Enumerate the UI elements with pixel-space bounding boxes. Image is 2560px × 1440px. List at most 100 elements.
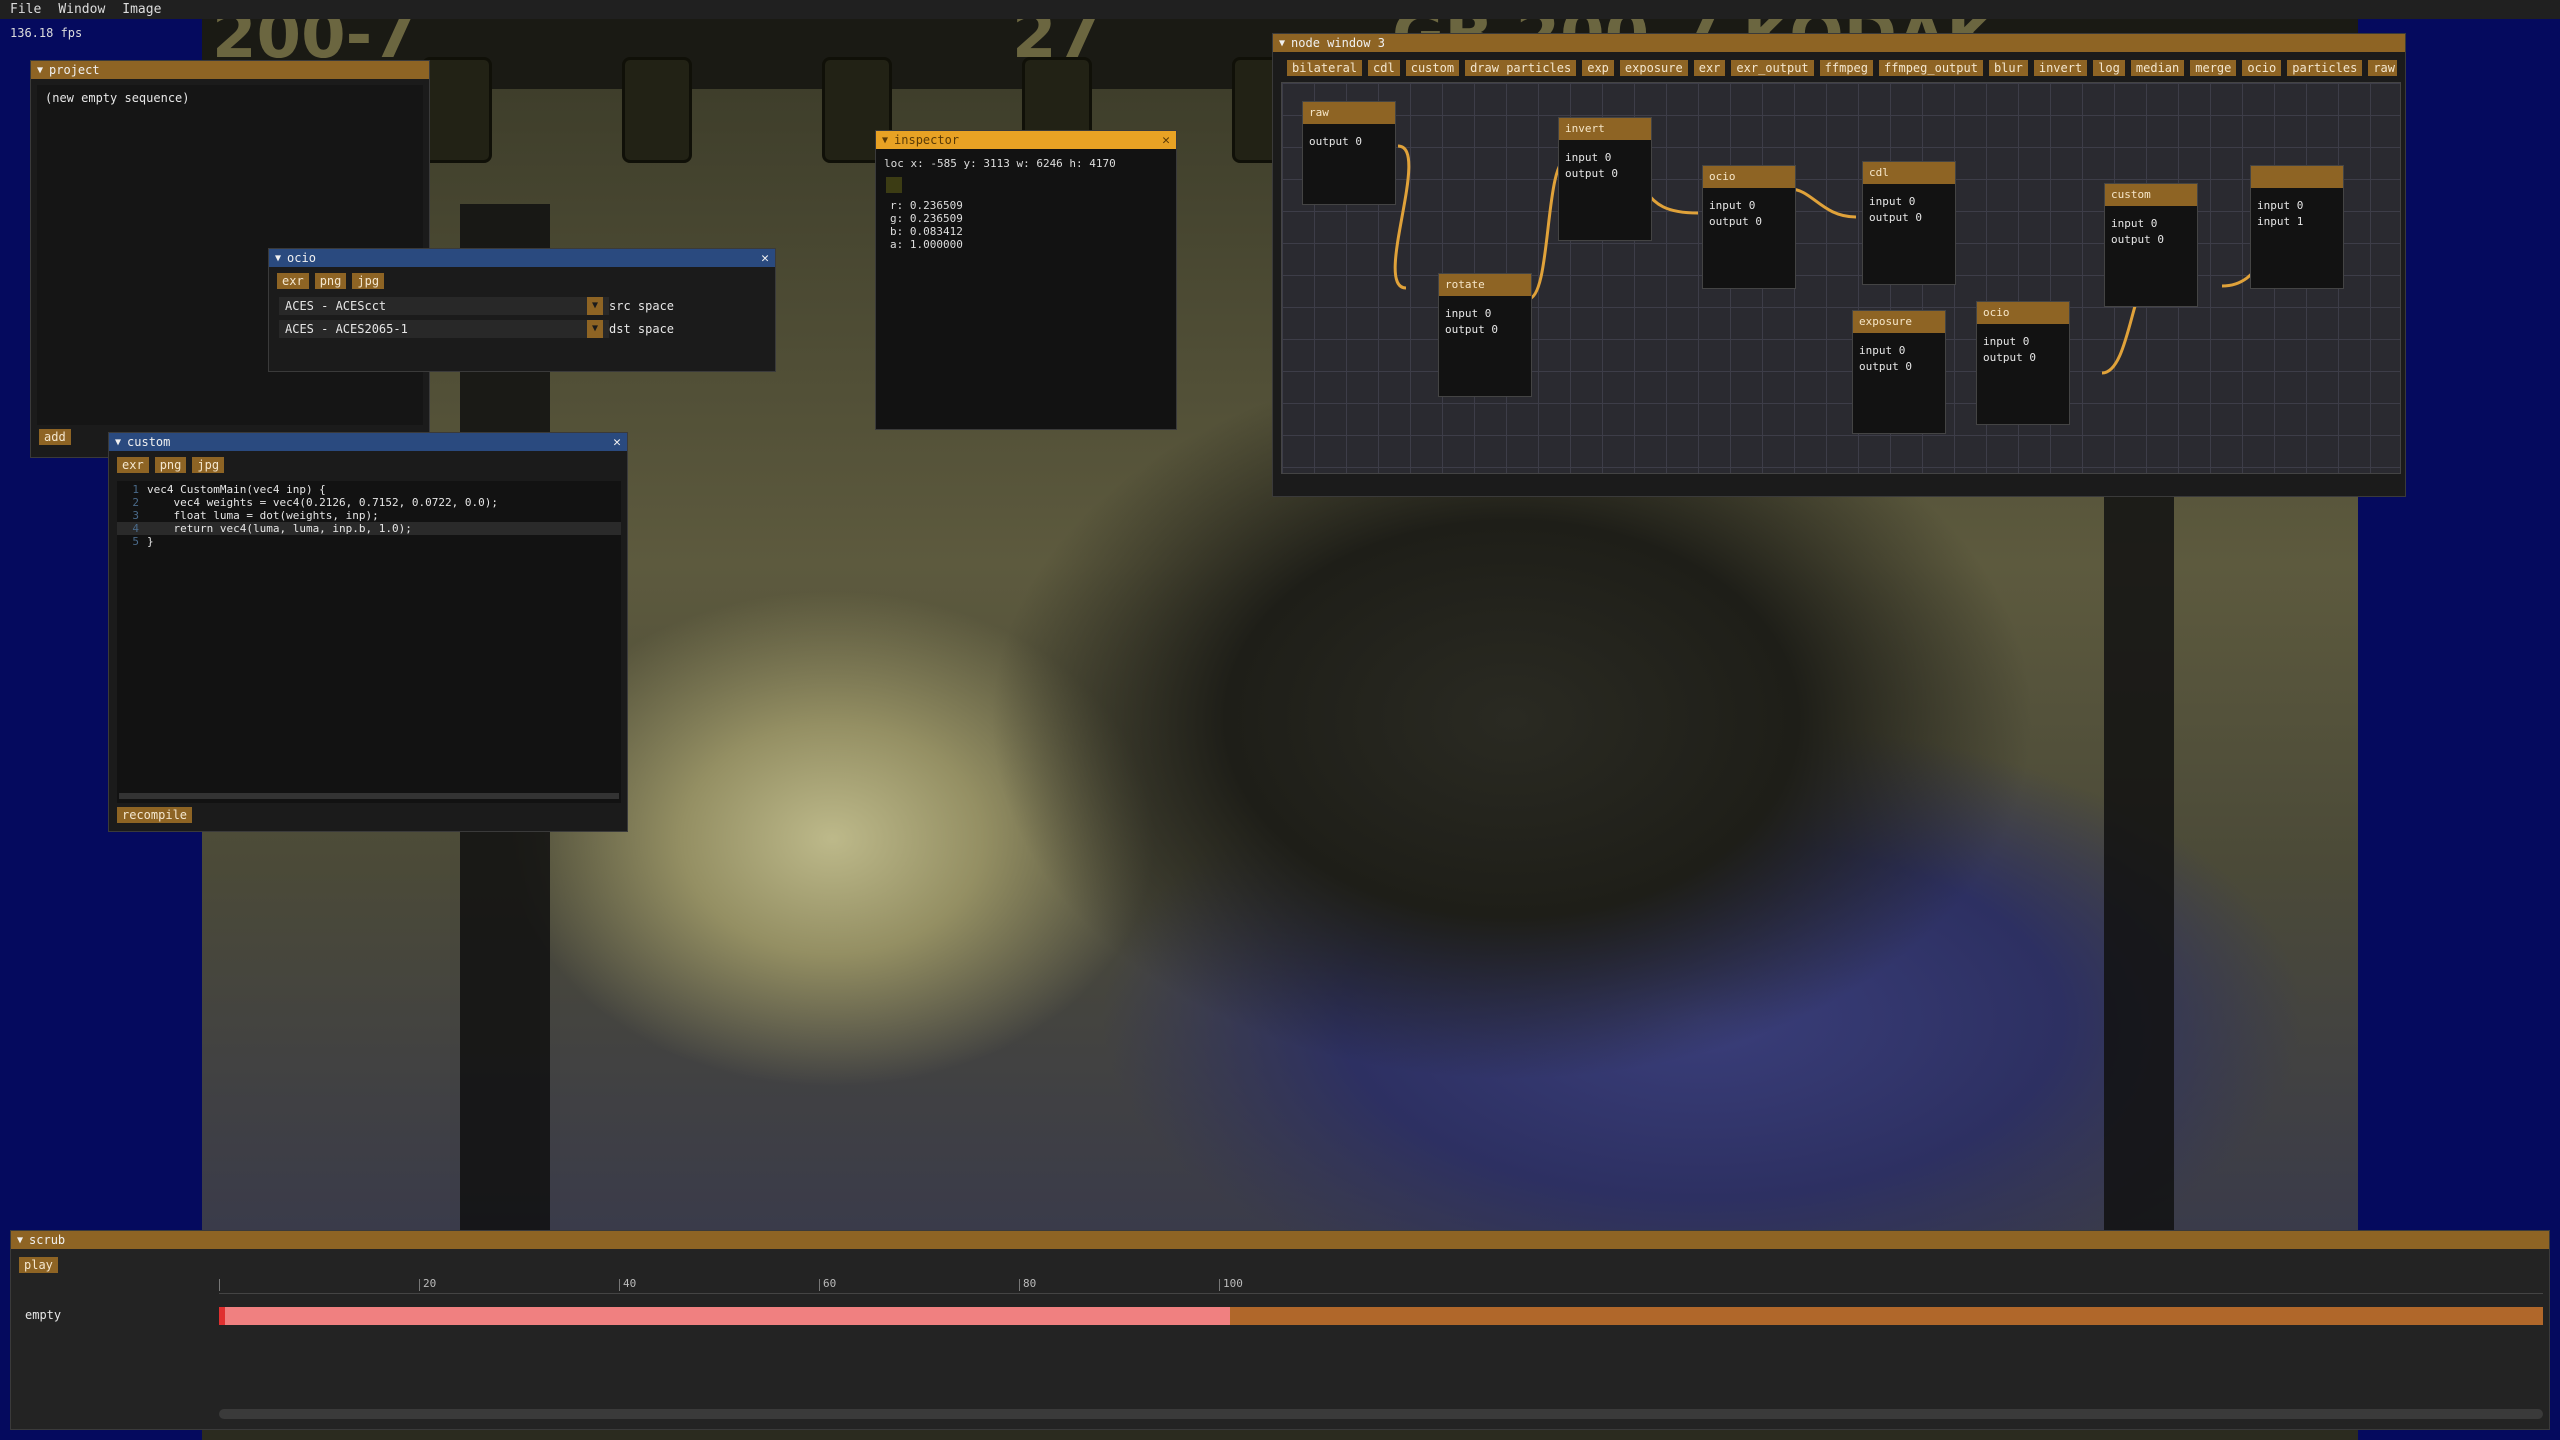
- collapse-icon[interactable]: ▼: [17, 1235, 23, 1246]
- dst-space-label: dst space: [609, 322, 675, 336]
- add-merge-node-button[interactable]: merge: [2190, 60, 2237, 76]
- menu-file[interactable]: File: [0, 2, 48, 17]
- node-port[interactable]: input 1: [2251, 214, 2343, 230]
- node-port[interactable]: input 0: [1853, 343, 1945, 359]
- collapse-icon[interactable]: ▼: [882, 135, 888, 146]
- project-titlebar[interactable]: ▼ project: [31, 61, 429, 79]
- close-icon[interactable]: ✕: [613, 435, 621, 450]
- collapse-icon[interactable]: ▼: [275, 253, 281, 264]
- close-icon[interactable]: ✕: [761, 251, 769, 266]
- node-port[interactable]: input 0: [1863, 194, 1955, 210]
- scrub-titlebar[interactable]: ▼ scrub: [11, 1231, 2549, 1249]
- add-ffmpeg-output-node-button[interactable]: ffmpeg_output: [1879, 60, 1983, 76]
- exr-button[interactable]: exr: [277, 273, 309, 289]
- menu-window[interactable]: Window: [48, 2, 112, 17]
- node-port[interactable]: input 0: [2251, 198, 2343, 214]
- collapse-icon[interactable]: ▼: [1279, 38, 1285, 49]
- node-graph-canvas[interactable]: raw output 0 rotate input 0 output 0 inv…: [1281, 82, 2401, 474]
- add-cdl-node-button[interactable]: cdl: [1368, 60, 1400, 76]
- node-invert[interactable]: invert input 0 output 0: [1558, 117, 1652, 241]
- node-port[interactable]: output 0: [2105, 232, 2197, 248]
- ocio-titlebar[interactable]: ▼ ocio ✕: [269, 249, 775, 267]
- code-line: 1 vec4 CustomMain(vec4 inp) {: [132, 483, 326, 496]
- jpg-button[interactable]: jpg: [352, 273, 385, 289]
- node-port[interactable]: input 0: [2105, 216, 2197, 232]
- inspector-titlebar[interactable]: ▼ inspector ✕: [876, 131, 1176, 149]
- red-value: r: 0.236509: [890, 199, 963, 212]
- node-port[interactable]: output 0: [1559, 166, 1651, 182]
- node-title: [2251, 166, 2343, 188]
- node-raw[interactable]: raw output 0: [1302, 101, 1396, 205]
- exr-button[interactable]: exr: [117, 457, 149, 473]
- timeline-ruler[interactable]: 20 40 60 80 100: [219, 1277, 2543, 1294]
- add-draw-particles-node-button[interactable]: draw particles: [1465, 60, 1577, 76]
- src-space-select[interactable]: ACES - ACEScct: [279, 297, 609, 315]
- custom-titlebar[interactable]: ▼ custom ✕: [109, 433, 627, 451]
- timeline-scrollbar[interactable]: [219, 1409, 2543, 1419]
- node-custom[interactable]: custom input 0 output 0: [2104, 183, 2198, 307]
- node-port[interactable]: input 0: [1439, 306, 1531, 322]
- recompile-button[interactable]: recompile: [117, 807, 193, 823]
- add-button[interactable]: add: [39, 429, 71, 445]
- timeline-track[interactable]: [219, 1307, 2543, 1325]
- add-ocio-node-button[interactable]: ocio: [2242, 60, 2282, 76]
- add-exp-node-button[interactable]: exp: [1582, 60, 1614, 76]
- timeline-selected-range[interactable]: [219, 1307, 1230, 1325]
- node-exposure[interactable]: exposure input 0 output 0: [1852, 310, 1946, 434]
- ruler-tick: [219, 1279, 220, 1291]
- ruler-tick: 60: [819, 1277, 836, 1291]
- add-raw-node-button[interactable]: raw: [2368, 60, 2397, 76]
- node-ocio[interactable]: ocio input 0 output 0: [1702, 165, 1796, 289]
- inspector-window: ▼ inspector ✕ loc x: -585 y: 3113 w: 624…: [875, 130, 1177, 430]
- node-port[interactable]: output 0: [1863, 210, 1955, 226]
- chevron-down-icon[interactable]: ▼: [587, 320, 603, 338]
- node-port[interactable]: output 0: [1439, 322, 1531, 338]
- horizontal-scrollbar[interactable]: [119, 793, 619, 799]
- png-button[interactable]: png: [314, 273, 347, 289]
- collapse-icon[interactable]: ▼: [37, 65, 43, 76]
- close-icon[interactable]: ✕: [1162, 133, 1170, 148]
- add-custom-node-button[interactable]: custom: [1405, 60, 1460, 76]
- node-cdl[interactable]: cdl input 0 output 0: [1862, 161, 1956, 285]
- add-exr-node-button[interactable]: exr: [1693, 60, 1726, 76]
- film-edge-marking: 27: [1012, 19, 1102, 73]
- node-port[interactable]: output 0: [1853, 359, 1945, 375]
- node-rotate[interactable]: rotate input 0 output 0: [1438, 273, 1532, 397]
- node-port[interactable]: output 0: [1303, 134, 1395, 150]
- dst-space-select[interactable]: ACES - ACES2065-1: [279, 320, 609, 338]
- add-log-node-button[interactable]: log: [2093, 60, 2125, 76]
- add-median-node-button[interactable]: median: [2130, 60, 2185, 76]
- ocio-window: ▼ ocio ✕ exr png jpg ACES - ACEScct ▼ src …: [268, 248, 776, 372]
- node-port[interactable]: output 0: [1703, 214, 1795, 230]
- node-port[interactable]: input 0: [1977, 334, 2069, 350]
- window-title: node window 3: [1291, 36, 1385, 50]
- node-port[interactable]: input 0: [1703, 198, 1795, 214]
- window-title: project: [49, 63, 100, 77]
- menu-image[interactable]: Image: [112, 2, 168, 17]
- node-title: cdl: [1863, 162, 1955, 184]
- node-port[interactable]: output 0: [1977, 350, 2069, 366]
- node-port[interactable]: input 0: [1559, 150, 1651, 166]
- window-title: custom: [127, 435, 171, 449]
- code-editor[interactable]: 1 vec4 CustomMain(vec4 inp) { 2 vec4 weig…: [117, 481, 621, 803]
- connection-wire: [1393, 144, 1411, 290]
- node-merge[interactable]: input 0 input 1: [2250, 165, 2344, 289]
- add-invert-node-button[interactable]: invert: [2033, 60, 2088, 76]
- play-button[interactable]: play: [19, 1257, 58, 1273]
- node-title: ocio: [1977, 302, 2069, 324]
- node-title: rotate: [1439, 274, 1531, 296]
- node-window-titlebar[interactable]: ▼ node window 3: [1273, 34, 2405, 52]
- add-particles-node-button[interactable]: particles: [2287, 60, 2363, 76]
- add-exr-output-node-button[interactable]: exr_output: [1731, 60, 1814, 76]
- add-ffmpeg-node-button[interactable]: ffmpeg: [1819, 60, 1874, 76]
- jpg-button[interactable]: jpg: [192, 457, 225, 473]
- window-title: ocio: [287, 251, 316, 265]
- add-blur-node-button[interactable]: blur: [1988, 60, 2028, 76]
- list-item[interactable]: (new empty sequence): [37, 85, 423, 111]
- add-bilateral-node-button[interactable]: bilateral: [1287, 60, 1363, 76]
- chevron-down-icon[interactable]: ▼: [587, 297, 603, 315]
- png-button[interactable]: png: [154, 457, 187, 473]
- collapse-icon[interactable]: ▼: [115, 437, 121, 448]
- node-ocio-2[interactable]: ocio input 0 output 0: [1976, 301, 2070, 425]
- add-exposure-node-button[interactable]: exposure: [1619, 60, 1688, 76]
